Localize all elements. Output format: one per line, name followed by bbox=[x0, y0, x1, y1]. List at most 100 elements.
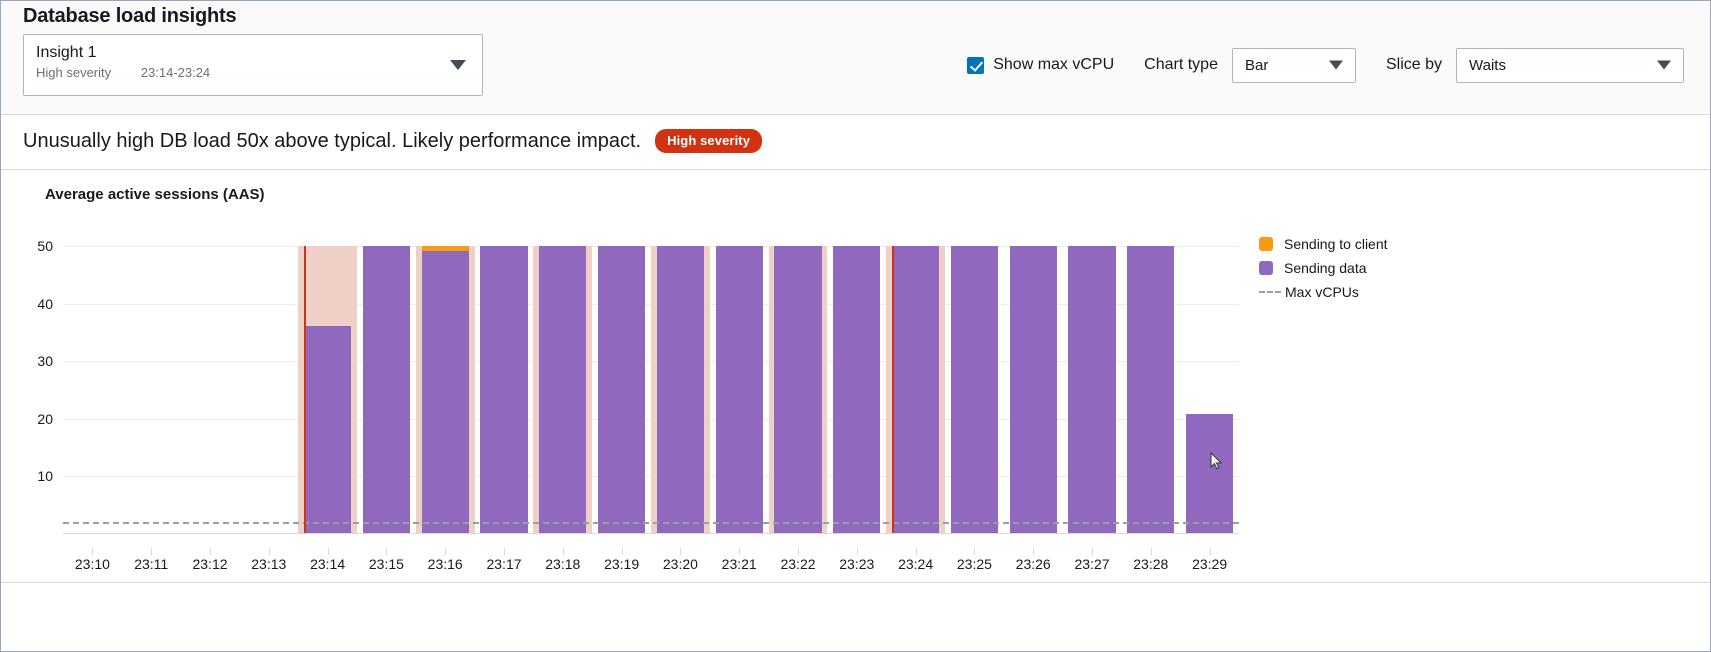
x-axis-tickmark bbox=[327, 548, 329, 555]
chart-bar[interactable] bbox=[539, 246, 587, 534]
chart-bar[interactable] bbox=[950, 246, 998, 534]
x-axis-tick-label: 23:15 bbox=[368, 556, 404, 572]
x-axis-tickmark bbox=[1033, 548, 1035, 555]
x-axis-tick-label: 23:16 bbox=[427, 556, 463, 572]
plot-area: 10 20 30 40 50 23:10 23:11 23:12 23:13 23:14 23:1… bbox=[1, 224, 1710, 651]
chart-bar[interactable] bbox=[656, 246, 704, 534]
chart-bar[interactable] bbox=[1009, 246, 1057, 534]
insight-message-bar: Unusually high DB load 50x above typical… bbox=[1, 115, 1710, 170]
chart-type-select[interactable]: Bar bbox=[1231, 47, 1356, 83]
legend-swatch-icon bbox=[1259, 237, 1273, 251]
bar-segment-sending-to-client bbox=[421, 246, 469, 251]
page-title: Database load insights bbox=[23, 5, 237, 27]
show-max-vcpu-label: Show max vCPU bbox=[993, 56, 1115, 73]
database-load-insights-panel: Database load insights Insight 1 High se… bbox=[0, 0, 1711, 652]
chevron-down-icon bbox=[1657, 60, 1671, 70]
x-axis-line bbox=[63, 533, 1239, 534]
chart-bar[interactable] bbox=[304, 325, 352, 534]
chart-bar[interactable] bbox=[421, 246, 469, 534]
show-max-vcpu-toggle[interactable]: Show max vCPU bbox=[967, 56, 1114, 74]
x-axis-tick-label: 23:22 bbox=[780, 556, 816, 572]
x-axis-tickmark bbox=[856, 548, 858, 555]
x-axis-tick-label: 23:18 bbox=[545, 556, 581, 572]
x-axis-tickmark bbox=[210, 548, 211, 555]
bar-segment-sending-data bbox=[304, 325, 352, 534]
bar-segment-sending-data bbox=[1127, 246, 1175, 534]
chart-bar[interactable] bbox=[480, 246, 528, 534]
bar-segment-sending-data bbox=[598, 246, 646, 534]
chart-bar[interactable] bbox=[715, 246, 763, 534]
insight-boundary-line bbox=[304, 246, 307, 534]
chart-bar[interactable] bbox=[833, 246, 881, 534]
x-axis-tick-label: 23:24 bbox=[898, 556, 934, 572]
insight-boundary-line bbox=[892, 246, 895, 534]
legend-item[interactable]: Sending to client bbox=[1259, 232, 1388, 256]
x-axis-tickmark bbox=[268, 548, 270, 555]
bar-segment-sending-data bbox=[892, 246, 940, 534]
x-axis-tickmark bbox=[974, 548, 976, 555]
header-zone: Database load insights Insight 1 High se… bbox=[1, 1, 1710, 115]
x-axis-tick-label: 23:29 bbox=[1192, 556, 1228, 572]
x-axis-ticks: 23:10 23:11 23:12 23:13 23:14 23:15 23:16 23:17… bbox=[63, 548, 1239, 578]
y-axis-tick-label: 20 bbox=[37, 410, 53, 427]
slice-by-value: Waits bbox=[1469, 56, 1506, 74]
checkbox-icon[interactable] bbox=[967, 56, 985, 74]
x-axis-tick-label: 23:12 bbox=[192, 556, 228, 572]
mouse-cursor-icon bbox=[1210, 452, 1223, 470]
chart-bar[interactable] bbox=[598, 246, 646, 534]
plot-canvas: 10 20 30 40 50 bbox=[37, 238, 1239, 534]
bar-segment-sending-data bbox=[1068, 246, 1116, 534]
chart-bar[interactable] bbox=[892, 246, 940, 534]
insight-selector[interactable]: Insight 1 High severity 23:14-23:24 bbox=[23, 34, 483, 96]
x-axis-tickmark bbox=[92, 548, 94, 555]
y-axis-tick-label: 10 bbox=[37, 468, 53, 485]
slice-by-select[interactable]: Waits bbox=[1456, 47, 1684, 83]
x-axis-tick-label: 23:19 bbox=[604, 556, 640, 572]
chart-title: Average active sessions (AAS) bbox=[45, 186, 265, 203]
chart-bar[interactable] bbox=[1127, 246, 1175, 534]
chart-type-value: Bar bbox=[1244, 56, 1269, 74]
x-axis-tick-label: 23:20 bbox=[662, 556, 698, 572]
bar-segment-sending-data bbox=[421, 250, 469, 534]
x-axis-tickmark bbox=[680, 548, 682, 555]
x-axis-tick-label: 23:25 bbox=[956, 556, 992, 572]
x-axis-tick-label: 23:14 bbox=[310, 556, 346, 572]
y-axis-tick-label: 50 bbox=[37, 238, 53, 254]
x-axis-tick-label: 23:11 bbox=[134, 556, 169, 572]
x-axis-tick-label: 23:17 bbox=[486, 556, 522, 572]
x-axis-tick-label: 23:10 bbox=[74, 556, 110, 572]
insight-selector-severity: High severity bbox=[36, 65, 112, 80]
bar-segment-sending-data bbox=[1186, 414, 1234, 534]
x-axis-tickmark bbox=[739, 548, 741, 555]
x-axis-tick-label: 23:23 bbox=[839, 556, 875, 572]
chart-bar[interactable] bbox=[1186, 414, 1234, 534]
bar-segment-sending-data bbox=[774, 246, 822, 534]
x-axis-tickmark bbox=[1209, 548, 1211, 555]
max-vcpus-line bbox=[63, 522, 1239, 525]
insight-message-text: Unusually high DB load 50x above typical… bbox=[23, 129, 642, 152]
x-axis-tickmark bbox=[504, 548, 505, 555]
x-axis-tickmark bbox=[562, 548, 564, 555]
legend-item[interactable]: Sending data bbox=[1259, 256, 1388, 280]
legend-label: Sending data bbox=[1284, 260, 1367, 276]
y-axis-tick-label: 30 bbox=[37, 353, 53, 370]
legend-dash-icon bbox=[1259, 291, 1281, 293]
bar-segment-sending-data bbox=[656, 246, 704, 534]
x-axis-tick-label: 23:21 bbox=[721, 556, 757, 572]
x-axis-tickmark bbox=[1150, 548, 1152, 555]
x-axis-tickmark bbox=[915, 548, 917, 555]
chart-bar[interactable] bbox=[362, 246, 410, 534]
chart-zone: Average active sessions (AAS) 10 20 30 40 50… bbox=[1, 170, 1710, 651]
x-axis-tick-label: 23:28 bbox=[1133, 556, 1169, 572]
chart-bar[interactable] bbox=[1068, 246, 1116, 534]
chart-legend: Sending to client Sending data Max vCPUs bbox=[1259, 232, 1388, 304]
status-badge: High severity bbox=[655, 129, 763, 153]
legend-label: Sending to client bbox=[1284, 236, 1388, 252]
insight-selector-meta: High severity 23:14-23:24 bbox=[36, 64, 470, 82]
chart-bar[interactable] bbox=[774, 246, 822, 534]
x-axis-tickmark bbox=[1092, 548, 1093, 555]
legend-item[interactable]: Max vCPUs bbox=[1259, 280, 1388, 304]
bar-segment-sending-data bbox=[362, 246, 410, 534]
bar-segment-sending-data bbox=[950, 246, 998, 534]
bar-segment-sending-data bbox=[539, 246, 587, 534]
